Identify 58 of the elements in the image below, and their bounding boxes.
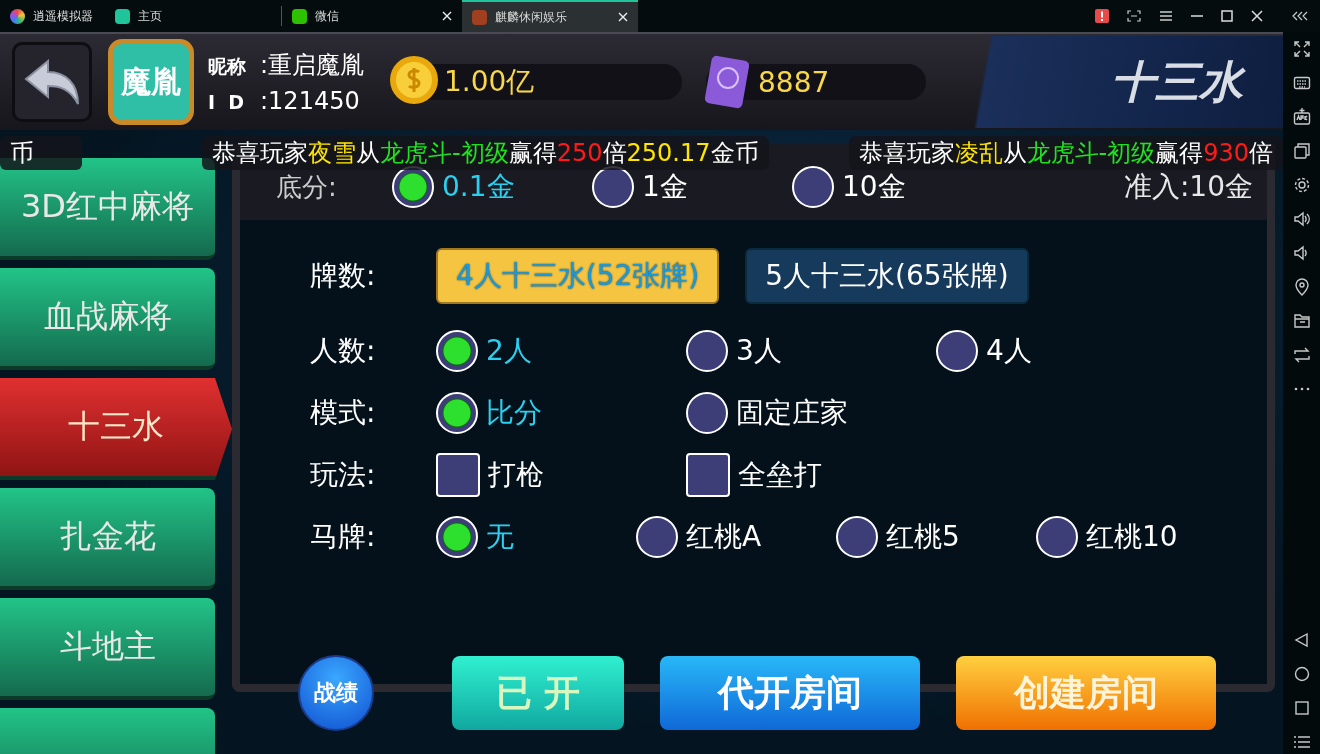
setting-label: 模式: xyxy=(310,395,377,431)
coin-icon xyxy=(388,54,440,106)
maximize-icon[interactable] xyxy=(1221,10,1233,22)
base-score-label: 底分: xyxy=(276,170,338,204)
close-icon[interactable] xyxy=(618,12,628,22)
back-button[interactable] xyxy=(12,42,92,122)
emulator-tab[interactable]: 微信 xyxy=(282,0,462,32)
checkbox-option[interactable]: 全垒打 xyxy=(686,453,936,497)
win-announcement: 恭喜玩家夜雪从龙虎斗-初级赢得250倍250.17金币 xyxy=(202,136,769,170)
nickname: :重启魔胤 xyxy=(260,50,365,81)
collapse-icon[interactable] xyxy=(1292,11,1310,21)
entry-requirement: 准入:10金 xyxy=(1123,169,1253,205)
list-icon[interactable] xyxy=(1292,734,1311,750)
game-tab[interactable]: 十三水 xyxy=(0,378,232,480)
radio-option[interactable]: 红桃A xyxy=(636,516,836,558)
app-icon xyxy=(115,8,130,24)
user-id: :121450 xyxy=(260,87,360,115)
alert-icon[interactable] xyxy=(1095,9,1109,23)
pin-icon[interactable] xyxy=(1292,278,1311,296)
recents-icon[interactable] xyxy=(1293,700,1310,716)
emulator-tab[interactable]: 逍遥模拟器 xyxy=(0,0,105,32)
vol-up-icon[interactable] xyxy=(1292,210,1311,228)
radio-option[interactable]: 无 xyxy=(436,516,636,558)
radio-option[interactable]: 2人 xyxy=(436,330,686,372)
win-announcement: 币 xyxy=(0,136,83,170)
setting-label: 马牌: xyxy=(310,519,377,555)
deck-option[interactable]: 5人十三水(65张牌) xyxy=(745,248,1029,304)
emulator-tab[interactable]: 麒麟休闲娱乐 xyxy=(462,0,638,32)
app-icon xyxy=(292,8,307,24)
gear-icon[interactable] xyxy=(1292,176,1311,194)
app-icon xyxy=(472,9,487,25)
close-icon[interactable] xyxy=(1251,10,1263,22)
app-icon xyxy=(10,8,25,24)
setting-label: 牌数: xyxy=(310,258,377,294)
back-icon[interactable] xyxy=(1293,632,1310,648)
back-arrow-icon xyxy=(24,59,80,105)
menu-icon[interactable] xyxy=(1159,10,1173,22)
setting-label: 人数: xyxy=(310,333,377,369)
radio-option[interactable]: 比分 xyxy=(436,392,686,434)
radio-option[interactable]: 固定庄家 xyxy=(686,392,936,434)
nickname-label: 昵称 xyxy=(208,54,247,79)
checkbox-option[interactable]: 打枪 xyxy=(436,453,686,497)
radio-option[interactable]: 红桃5 xyxy=(836,516,1036,558)
windows-icon[interactable] xyxy=(1292,142,1311,160)
home-icon[interactable] xyxy=(1293,666,1310,682)
screenshot-icon[interactable] xyxy=(1127,10,1141,22)
id-label: I D xyxy=(208,91,246,113)
radio-option[interactable]: 红桃10 xyxy=(1036,516,1236,558)
swap-icon[interactable] xyxy=(1292,346,1311,364)
radio-option[interactable]: 4人 xyxy=(936,330,1186,372)
setting-label: 玩法: xyxy=(310,457,377,493)
win-announcement: 恭喜玩家凌乱从龙虎斗-初级赢得930倍 xyxy=(848,136,1283,170)
close-icon[interactable] xyxy=(442,11,452,21)
radio-option[interactable]: 3人 xyxy=(686,330,936,372)
emulator-tab[interactable]: 主页 xyxy=(105,6,282,26)
folder-icon[interactable] xyxy=(1292,312,1311,330)
apk-icon[interactable] xyxy=(1292,108,1311,126)
keyboard-icon[interactable] xyxy=(1292,74,1311,92)
